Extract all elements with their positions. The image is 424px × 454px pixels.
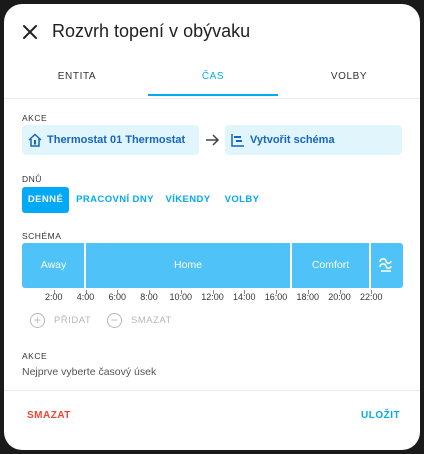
schedule-bar: Away Home Comfort	[22, 243, 403, 288]
thermostat-home-icon	[28, 133, 42, 147]
time-tick-label: 8:00	[140, 292, 158, 302]
tab-entity[interactable]: ENTITA	[12, 62, 142, 98]
minus-circle-icon: −	[107, 313, 122, 328]
action-detail-hint: Nejprve vyberte časový úsek	[22, 366, 157, 378]
close-button[interactable]	[18, 20, 42, 44]
create-schedule-label: Vytvořit schéma	[250, 134, 335, 146]
action-section-label: AKCE	[22, 113, 48, 123]
time-tick-label: 10:00	[169, 292, 193, 302]
plus-circle-icon: +	[30, 313, 45, 328]
close-icon	[23, 25, 37, 39]
time-tick-label: 6:00	[108, 292, 127, 302]
time-tick-label: 20:00	[328, 292, 351, 302]
segment-divider[interactable]	[84, 243, 86, 288]
create-schedule-chip[interactable]: Vytvořit schéma	[225, 125, 402, 155]
delete-button[interactable]: SMAZAT	[27, 410, 71, 421]
tabs-divider	[4, 98, 420, 99]
schedule-segment-mode[interactable]	[370, 243, 403, 288]
day-option-daily[interactable]: DENNÉ	[22, 187, 69, 213]
schedule-segment-comfort[interactable]: Comfort	[291, 243, 370, 288]
time-tick-label: 14:00	[232, 292, 256, 302]
dialog-title: Rozvrh topení v obývaku	[52, 21, 251, 41]
day-option-custom[interactable]: VOLBY	[220, 187, 264, 213]
schedule-segment-home[interactable]: Home	[85, 243, 291, 288]
mode-icon	[379, 258, 392, 272]
entity-action-label: Thermostat 01 Thermostat	[47, 134, 186, 146]
segment-divider[interactable]	[369, 243, 371, 288]
arrow-right-icon	[206, 134, 220, 146]
time-tick-label: 22:00	[359, 292, 383, 302]
day-option-weekends[interactable]: VÍKENDY	[162, 187, 214, 213]
days-section-label: DNŮ	[22, 174, 42, 184]
schedule-segment-away[interactable]: Away	[22, 243, 85, 288]
day-option-workdays[interactable]: PRACOVNÍ DNY	[74, 187, 156, 213]
entity-action-chip[interactable]: Thermostat 01 Thermostat	[22, 125, 199, 155]
add-slot-label: PŘIDAT	[54, 315, 92, 326]
action-detail-label: AKCE	[22, 351, 48, 361]
schedule-section-label: SCHÉMA	[22, 231, 62, 241]
time-tick-label: 2:00	[44, 292, 63, 302]
time-tick-label: 16:00	[264, 292, 288, 302]
tab-options[interactable]: VOLBY	[284, 62, 414, 98]
active-tab-indicator	[148, 94, 278, 96]
dialog-header: Rozvrh topení v obývaku	[4, 4, 420, 62]
save-button[interactable]: ULOŽIT	[361, 410, 400, 421]
time-tick-label: 4:00	[76, 292, 95, 302]
tab-time[interactable]: ČAS	[148, 62, 278, 98]
schedule-dialog: Rozvrh topení v obývaku ENTITA ČAS VOLBY…	[4, 4, 420, 450]
remove-slot-label: SMAZAT	[131, 315, 172, 326]
time-tick-label: 12:00	[201, 292, 224, 302]
time-tick-label: 18:00	[296, 292, 320, 302]
schedule-chart-icon	[231, 134, 244, 147]
segment-divider[interactable]	[290, 243, 292, 288]
tab-bar: ENTITA ČAS VOLBY	[4, 62, 420, 99]
footer-divider	[4, 390, 420, 391]
